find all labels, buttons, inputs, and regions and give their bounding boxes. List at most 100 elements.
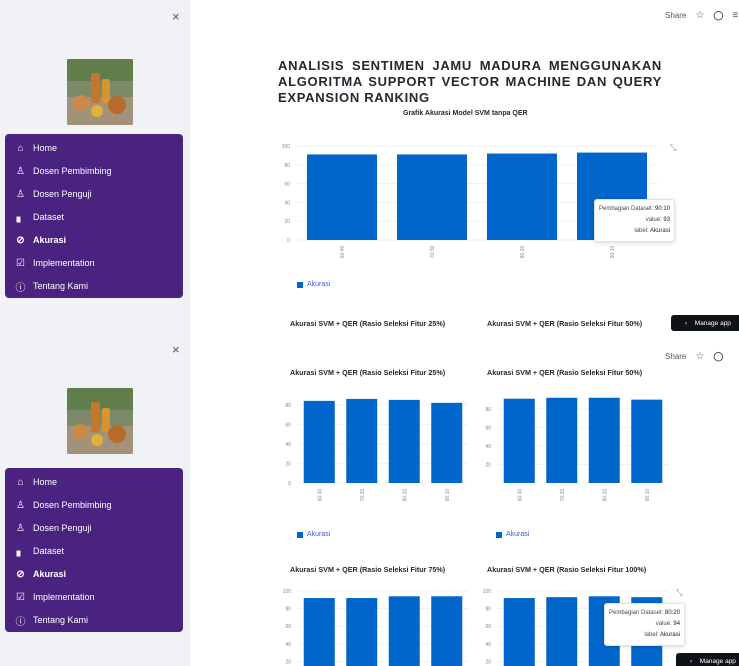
x-tick-label: 90:10 — [610, 246, 616, 259]
x-tick-label: 60:40 — [517, 489, 523, 502]
check-square-icon: ☑ — [16, 257, 25, 269]
main-menu-icon[interactable]: ≡ — [732, 10, 738, 21]
star-icon[interactable]: ☆ — [695, 351, 704, 362]
share-button[interactable]: Share — [665, 352, 686, 361]
github-icon[interactable]: ◯ — [713, 351, 723, 362]
y-tick-label: 80 — [285, 607, 291, 613]
bar — [388, 399, 420, 483]
share-button[interactable]: Share — [665, 11, 686, 20]
sidebar-item-dataset[interactable]: ▖ Dataset — [5, 541, 183, 561]
y-tick-label: 80 — [485, 607, 491, 613]
sidebar-item-tentang-kami[interactable]: ⓘ Tentang Kami — [5, 276, 183, 296]
bar — [307, 154, 377, 240]
close-icon[interactable]: × — [172, 343, 180, 356]
user-icon: ♙ — [16, 165, 25, 177]
bar — [388, 596, 420, 666]
y-tick-label: 60 — [285, 624, 291, 630]
sidebar-item-home[interactable]: ⌂ Home — [5, 138, 183, 158]
chart-tooltip: Pembagian Dataset: 90:10 value: 93 label… — [594, 199, 676, 242]
legend-label: Akurasi — [307, 281, 331, 288]
legend-swatch — [297, 281, 303, 288]
bar — [346, 398, 378, 483]
sidebar: × ⌂ Home ♙ Dosen Pembimbing ♙ Dosen Penguji ▖ D… — [0, 333, 190, 666]
check-circle-icon: ⊘ — [16, 234, 25, 246]
sidebar-item-tentang-kami[interactable]: ⓘ Tentang Kami — [5, 610, 183, 630]
manage-app-button[interactable]: ‹ Manage app — [671, 315, 739, 331]
fullscreen-icon[interactable]: ⤡ — [676, 588, 682, 598]
y-tick-label: 20 — [485, 659, 491, 665]
home-icon: ⌂ — [17, 142, 24, 154]
chart-title: Akurasi SVM + QER (Rasio Seleksi Fitur 7… — [290, 565, 446, 574]
accuracy-chart-qer-75[interactable]: 20 40 60 80 100 — [274, 585, 470, 666]
bar — [503, 398, 535, 483]
close-icon[interactable]: × — [172, 10, 180, 23]
chart-title: Akurasi SVM + QER (Rasio Seleksi Fitur 5… — [487, 319, 643, 328]
tooltip-line: label: Akurasi — [644, 632, 681, 638]
tooltip-line: value: 94 — [655, 621, 681, 627]
tooltip-line: value: 93 — [645, 217, 671, 223]
accuracy-chart-qer-50[interactable]: 20 40 60 80 60:40 70:30 80:20 90:10 — [474, 387, 670, 517]
y-tick-label: 60 — [285, 422, 291, 428]
info-icon: ⓘ — [15, 616, 26, 628]
sidebar-item-label: Akurasi — [33, 569, 67, 579]
y-tick-label: 40 — [485, 444, 491, 450]
check-circle-icon: ⊘ — [16, 568, 25, 580]
chart-title: Akurasi SVM + QER (Rasio Seleksi Fitur 1… — [487, 565, 647, 574]
bar — [546, 397, 578, 483]
app-frame-bottom: × ⌂ Home ♙ Dosen Pembimbing ♙ Dosen Penguji ▖ D… — [0, 333, 739, 666]
y-tick-label: 0 — [287, 238, 290, 244]
y-tick-label: 60 — [485, 624, 491, 630]
y-tick-label: 100 — [483, 589, 492, 595]
home-icon: ⌂ — [17, 476, 24, 488]
sidebar-item-akurasi[interactable]: ⊘ Akurasi — [5, 230, 183, 250]
sidebar-item-dosen-pembimbing[interactable]: ♙ Dosen Pembimbing — [5, 495, 183, 515]
bar — [503, 598, 535, 666]
bar — [487, 153, 557, 240]
sidebar-item-label: Dataset — [33, 212, 65, 222]
y-tick-label: 20 — [285, 461, 291, 467]
chart-title: Akurasi SVM + QER (Rasio Seleksi Fitur 2… — [290, 319, 446, 328]
bar — [303, 598, 335, 666]
sidebar-item-dosen-pembimbing[interactable]: ♙ Dosen Pembimbing — [5, 161, 183, 181]
x-tick-label: 60:40 — [317, 489, 323, 502]
bar — [588, 397, 620, 483]
tooltip-line: Pembagian Dataset: 80:20 — [609, 610, 681, 616]
x-tick-label: 70:30 — [360, 489, 366, 502]
star-icon[interactable]: ☆ — [695, 10, 704, 21]
y-tick-label: 80 — [284, 163, 290, 169]
legend-label: Akurasi — [506, 531, 530, 538]
sidebar-item-home[interactable]: ⌂ Home — [5, 472, 183, 492]
bar-chart-icon: ▖ — [16, 545, 25, 557]
accuracy-chart-qer-25[interactable]: 0 20 40 60 80 60:40 70:30 80:20 90:10 — [274, 387, 470, 517]
bar — [303, 400, 335, 483]
sidebar-item-label: Akurasi — [33, 235, 67, 245]
legend-swatch — [496, 531, 502, 538]
sidebar-item-dosen-penguji[interactable]: ♙ Dosen Penguji — [5, 184, 183, 204]
github-icon[interactable]: ◯ — [713, 10, 723, 21]
sidebar-item-implementation[interactable]: ☑ Implementation — [5, 253, 183, 273]
y-tick-label: 80 — [285, 403, 291, 409]
logo-image — [67, 388, 133, 454]
bar — [631, 399, 663, 483]
logo-image — [67, 59, 133, 125]
x-tick-label: 90:10 — [445, 489, 451, 502]
sidebar-item-label: Implementation — [33, 258, 95, 268]
sidebar-item-akurasi[interactable]: ⊘ Akurasi — [5, 564, 183, 584]
sidebar-item-label: Dataset — [33, 546, 65, 556]
legend-label: Akurasi — [307, 531, 331, 538]
sidebar-item-dosen-penguji[interactable]: ♙ Dosen Penguji — [5, 518, 183, 538]
bar-chart-icon: ▖ — [16, 211, 25, 223]
chart-legend: Akurasi — [297, 531, 330, 538]
legend-swatch — [297, 531, 303, 538]
sidebar-item-label: Dosen Penguji — [33, 523, 92, 533]
fullscreen-icon[interactable]: ⤡ — [670, 143, 676, 153]
nav-menu: ⌂ Home ♙ Dosen Pembimbing ♙ Dosen Penguji ▖ Dat… — [5, 134, 183, 298]
x-tick-label: 80:20 — [520, 246, 526, 259]
x-tick-label: 70:30 — [430, 246, 436, 259]
bar — [431, 596, 463, 666]
sidebar-item-implementation[interactable]: ☑ Implementation — [5, 587, 183, 607]
x-tick-label: 80:20 — [602, 489, 608, 502]
manage-app-button[interactable]: ‹ Manage app — [676, 653, 739, 666]
sidebar-item-dataset[interactable]: ▖ Dataset — [5, 207, 183, 227]
app-frame-top: × ⌂ Home ♙ Dosen Pembimbing ♙ Dosen Penguji ▖ D… — [0, 0, 739, 333]
